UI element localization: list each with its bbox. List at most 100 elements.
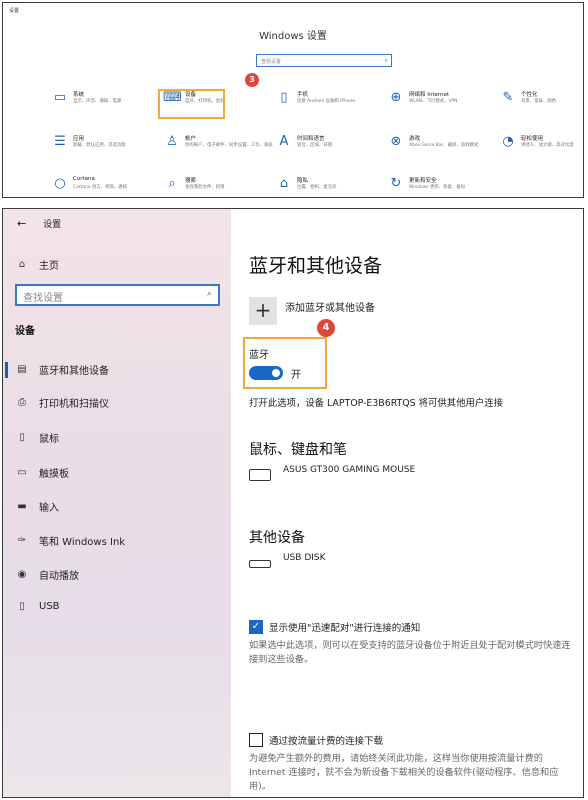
bluetooth-toggle[interactable] [249, 366, 283, 380]
settings-tile[interactable]: ○ Cortana Cortana 语言、权限、通知 [51, 169, 137, 203]
tile-title: 系统 [73, 92, 85, 98]
settings-tile[interactable]: ↻ 更新和安全 Windows 更新、恢复、备份 [387, 169, 473, 203]
discoverable-text: 打开此选项，设备 LAPTOP-E3B6RTQS 将可供其他用户连接 [249, 398, 503, 409]
xbox-icon: ⊗ [390, 134, 402, 149]
sidebar-item[interactable]: ✑ 笔和 Windows Ink [15, 533, 125, 548]
sidebar-item[interactable]: ⎙ 打印机和扫描仪 [15, 395, 109, 410]
metered-download-description: 为避免产生额外的费用，请始终关闭此功能，这样当你使用按流量计费的 Interne… [249, 753, 559, 792]
sidebar-item[interactable]: ▭ 触摸板 [15, 465, 69, 480]
settings-tile[interactable]: A 时间和语言 语音、区域、日期 [275, 127, 361, 161]
bluetooth-devices-icon: ▤ [17, 364, 27, 375]
sidebar-item[interactable]: ▯ USB [15, 601, 60, 612]
sidebar-search-input[interactable]: 查找设置 ⌕ [15, 284, 220, 306]
settings-tile[interactable]: ☰ 应用 卸载、默认应用、可选功能 [51, 127, 137, 161]
keyboard-icon: ▬ [17, 501, 27, 512]
tile-title: 隐私 [297, 178, 309, 184]
back-arrow-icon[interactable]: ← [17, 217, 26, 230]
devices-highlight-box [158, 89, 225, 119]
usb-icon: ▯ [19, 601, 25, 612]
settings-tile[interactable]: ✎ 个性化 背景、锁屏、颜色 [499, 83, 585, 117]
settings-tile[interactable]: ⌂ 隐私 位置、相机、麦克风 [275, 169, 361, 203]
search-icon: ⌕ [206, 289, 212, 299]
sidebar-title: 设置 [43, 220, 62, 230]
sidebar-item[interactable]: ▯ 鼠标 [15, 430, 59, 445]
keyboard-icon [249, 469, 271, 481]
sidebar-section-title: 设备 [15, 326, 35, 337]
step-badge: 3 [245, 73, 259, 87]
usb-drive-icon [249, 560, 271, 568]
tile-subtitle: Cortana 语言、权限、通知 [73, 185, 127, 190]
search-tile-icon: ⌕ [168, 176, 176, 191]
swift-pair-checkbox[interactable]: ✓ [249, 620, 263, 634]
home-icon: ⌂ [18, 259, 26, 270]
settings-tile[interactable]: ⊗ 游戏 Xbox Game Bar、截屏、游戏模式 [387, 127, 479, 161]
search-input[interactable]: 查找设置 ⌕ [256, 54, 392, 67]
metered-download-checkbox[interactable] [249, 733, 263, 747]
page-title: Windows 设置 [259, 31, 327, 42]
active-indicator [5, 362, 8, 378]
metered-download-label[interactable]: 通过按流量计费的连接下载 [269, 733, 383, 747]
sidebar-item-label: USB [39, 601, 60, 612]
sidebar-item-label: 输入 [39, 503, 59, 514]
tile-title: 轻松使用 [521, 136, 544, 142]
tile-subtitle: 连接 Android 设备和 iPhone [297, 99, 355, 104]
add-device-button[interactable]: + [249, 297, 277, 325]
sidebar-item-label: 打印机和扫描仪 [39, 399, 109, 410]
sidebar-item-label: 触摸板 [39, 469, 69, 480]
bluetooth-highlight-box [243, 337, 327, 389]
settings-tile[interactable]: ▯ 手机 连接 Android 设备和 iPhone [275, 83, 361, 117]
step-badge: 4 [317, 319, 335, 337]
tile-subtitle: WLAN、飞行模式、VPN [409, 99, 458, 104]
window-caption: 设置 [9, 8, 20, 14]
device-item[interactable]: ASUS GT300 GAMING MOUSE [249, 465, 415, 481]
add-device-label[interactable]: 添加蓝牙或其他设备 [285, 299, 375, 314]
bluetooth-label: 蓝牙 [249, 350, 269, 361]
tile-subtitle: 语音、区域、日期 [297, 143, 333, 148]
settings-tile[interactable]: ⌕ 搜索 查找我的文件、权限 [163, 169, 249, 203]
printer-icon: ⎙ [18, 397, 26, 408]
mouse-section-title: 鼠标、键盘和笔 [249, 442, 347, 458]
settings-home-panel: 设置 Windows 设置 查找设置 ⌕ ▭ 系统 显示、声音、通知、电源 ⌨ 设备 蓝牙… [2, 2, 584, 198]
sidebar-item[interactable]: ◉ 自动播放 [15, 567, 79, 582]
sidebar-header: ← 设置 [17, 217, 61, 230]
sidebar-item[interactable]: ▤ 蓝牙和其他设备 [15, 362, 109, 377]
device-name: USB DISK [283, 553, 326, 563]
tile-title: 帐户 [185, 136, 197, 142]
tile-subtitle: 背景、锁屏、颜色 [521, 99, 557, 104]
privacy-icon: ⌂ [279, 176, 289, 191]
tile-subtitle: 你的帐户、电子邮件、同步设置、工作、家庭 [185, 143, 273, 148]
sidebar-item-label: 鼠标 [39, 434, 59, 445]
personalization-icon: ✎ [502, 90, 514, 105]
bluetooth-state: 开 [291, 370, 301, 381]
tile-subtitle: 查找我的文件、权限 [185, 185, 225, 190]
time-language-icon: A [279, 134, 289, 149]
sidebar-item-home[interactable]: ⌂ 主页 [15, 257, 59, 272]
phone-icon: ▯ [280, 90, 288, 105]
tile-subtitle: Windows 更新、恢复、备份 [409, 185, 466, 190]
sidebar-item[interactable]: ▬ 输入 [15, 499, 59, 514]
autoplay-icon: ◉ [17, 569, 27, 580]
settings-tile[interactable]: ◔ 轻松使用 讲述人、放大镜、高对比度 [499, 127, 585, 161]
sidebar-item-label: 自动播放 [39, 571, 79, 582]
device-item[interactable]: USB DISK [249, 553, 326, 568]
tile-title: 网络和 Internet [409, 92, 450, 98]
globe-icon: ⊕ [390, 90, 402, 105]
page-title: 蓝牙和其他设备 [249, 255, 383, 277]
apps-icon: ☰ [54, 134, 66, 149]
settings-tile[interactable]: ♙ 帐户 你的帐户、电子邮件、同步设置、工作、家庭 [163, 127, 273, 161]
tile-title: Cortana [73, 176, 95, 182]
swift-pair-label[interactable]: 显示使用"迅速配对"进行连接的通知 [269, 620, 420, 634]
tile-title: 应用 [73, 136, 85, 142]
sidebar-item-label: 笔和 Windows Ink [39, 537, 126, 548]
settings-tile[interactable]: ⊕ 网络和 Internet WLAN、飞行模式、VPN [387, 83, 473, 117]
tile-subtitle: 显示、声音、通知、电源 [73, 99, 122, 104]
tile-title: 搜索 [185, 178, 197, 184]
pen-icon: ✑ [17, 535, 27, 546]
sidebar-search-placeholder: 查找设置 [23, 293, 63, 304]
touchpad-icon: ▭ [17, 467, 27, 478]
tile-title: 手机 [297, 92, 309, 98]
tile-subtitle: 位置、相机、麦克风 [297, 185, 337, 190]
sidebar: ← 设置 ⌂ 主页 查找设置 ⌕ 设备 ▤ 蓝牙和其他设备 ⎙ 打印机和扫描仪 ▯ 鼠标 ▭… [3, 209, 231, 797]
tile-title: 更新和安全 [409, 178, 437, 184]
settings-tile[interactable]: ▭ 系统 显示、声音、通知、电源 [51, 83, 137, 117]
